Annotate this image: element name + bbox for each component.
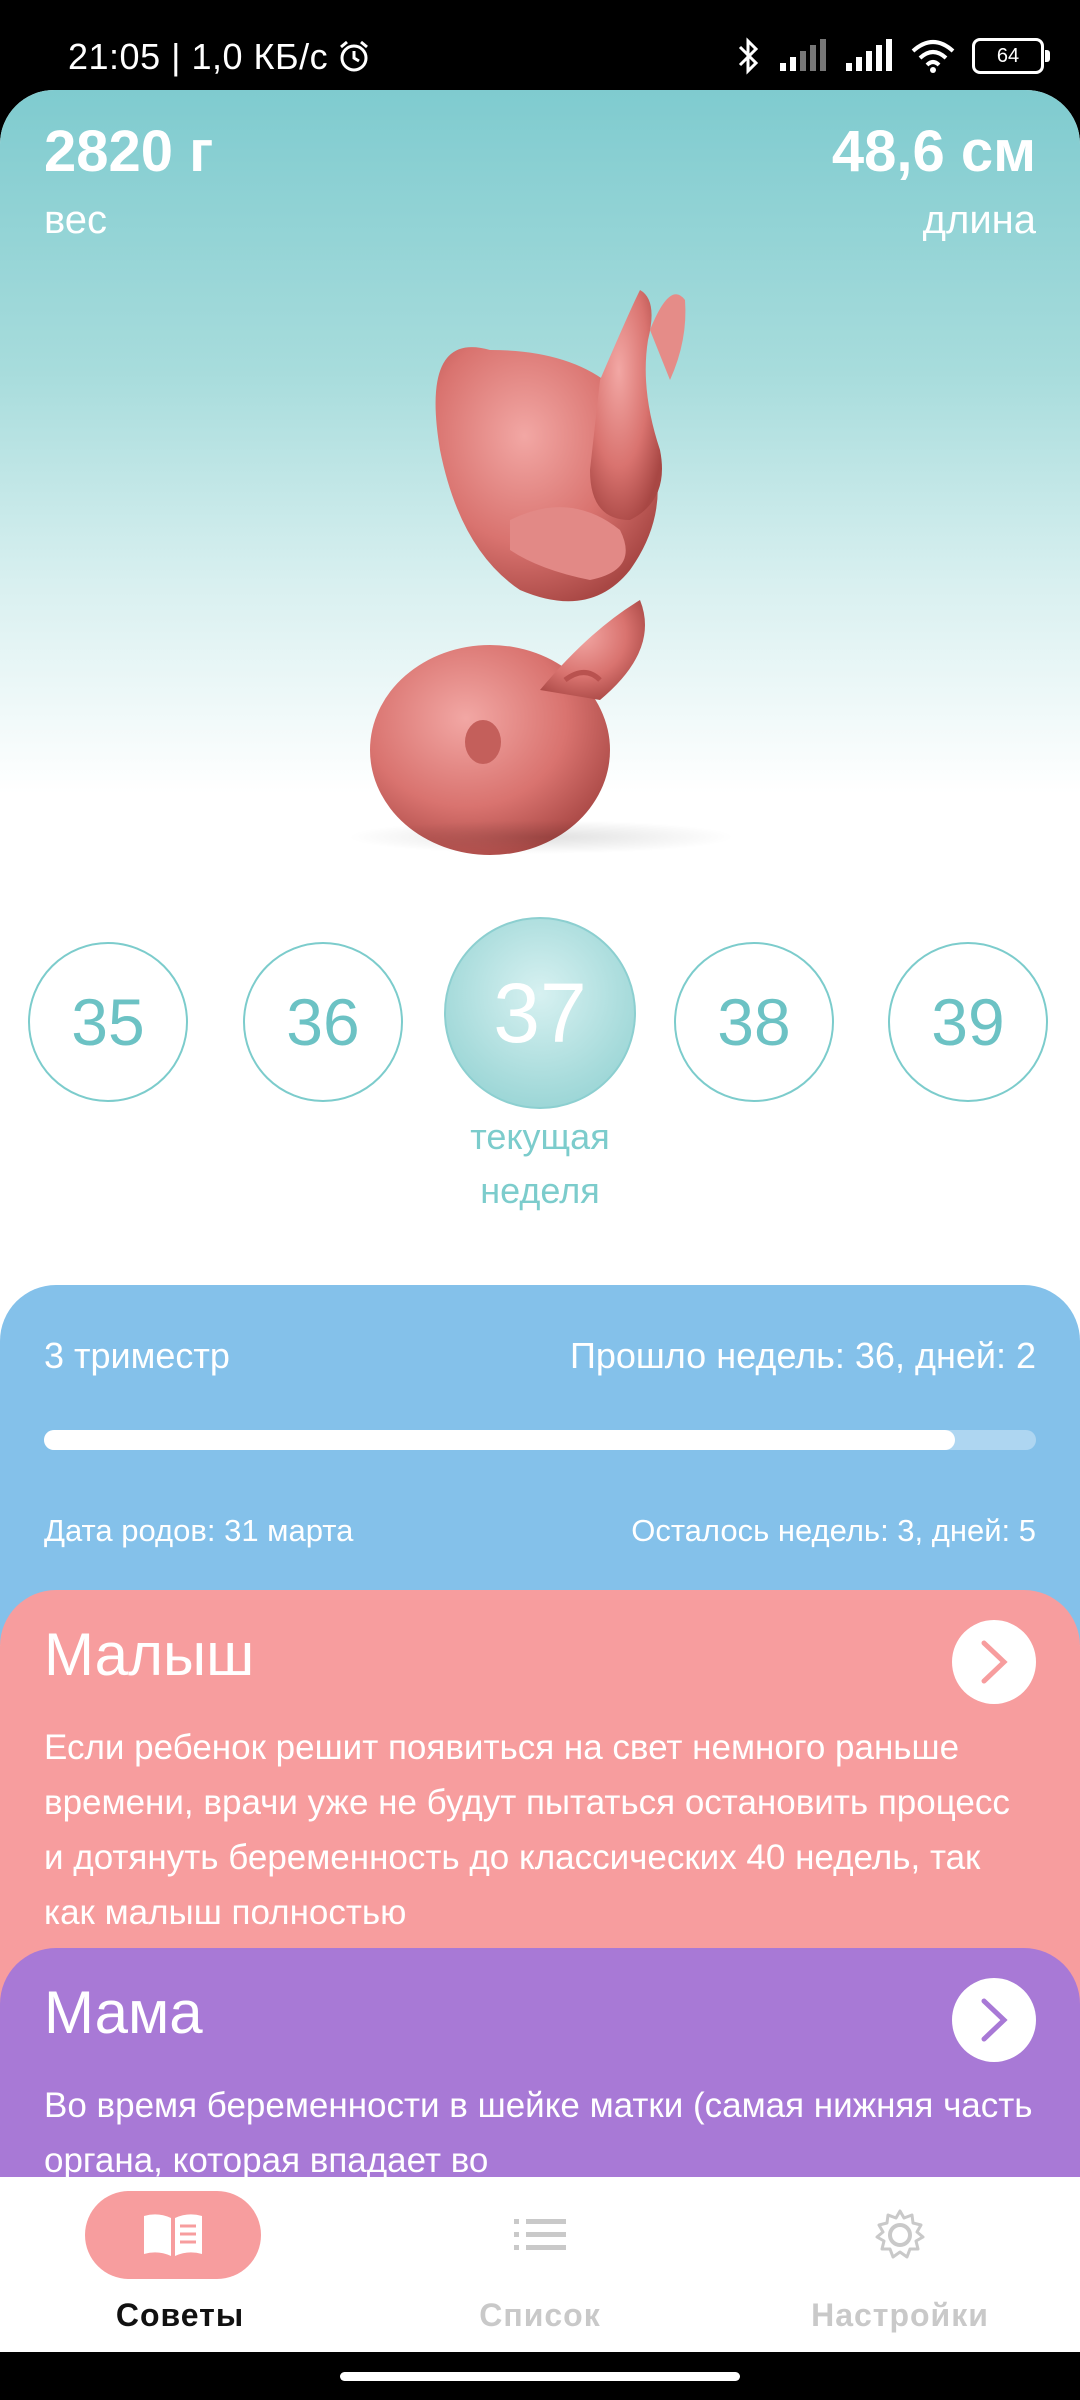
- chevron-right-icon: [981, 1640, 1008, 1684]
- baby-card[interactable]: Малыш Если ребенок решит появиться на св…: [0, 1590, 1080, 2010]
- baby-card-title: Малыш: [44, 1621, 255, 1688]
- pregnancy-progress-bar: [44, 1430, 1036, 1450]
- weight-label: вес: [44, 198, 108, 242]
- week-35-button[interactable]: 35: [28, 942, 188, 1102]
- status-time: 21:05 | 1,0 КБ/с: [68, 36, 329, 77]
- fetus-illustration: [370, 290, 686, 855]
- nav-list[interactable]: Список: [360, 2177, 720, 2352]
- nav-settings[interactable]: Настройки: [720, 2177, 1080, 2352]
- bluetooth-icon: [738, 37, 759, 75]
- signal-icon: [846, 39, 892, 71]
- nav-tips-label: Советы: [115, 2297, 245, 2333]
- current-week-label-line2: неделя: [480, 1170, 600, 1211]
- length-label: длина: [922, 198, 1036, 242]
- battery-indicator: 64: [972, 38, 1050, 74]
- nav-tips[interactable]: Советы: [0, 2177, 360, 2352]
- hero-panel: 2820 г вес 48,6 см длина: [0, 90, 1080, 890]
- home-indicator[interactable]: [340, 2372, 740, 2381]
- baby-card-open-button[interactable]: [952, 1620, 1036, 1704]
- week-38-button[interactable]: 38: [674, 942, 834, 1102]
- gear-icon: [875, 2209, 925, 2259]
- weight-value: 2820 г: [44, 119, 214, 184]
- current-week-label-line1: текущая: [470, 1116, 610, 1157]
- mom-card-open-button[interactable]: [952, 1978, 1036, 2062]
- nav-settings-label: Настройки: [811, 2297, 989, 2333]
- alarm-icon: [340, 40, 368, 72]
- status-bar: 21:05 | 1,0 КБ/с 64: [0, 0, 1080, 90]
- status-icons: 64: [736, 36, 1050, 76]
- list-icon: [514, 2219, 566, 2250]
- wifi-icon: [911, 40, 955, 73]
- nav-tips-pill: [85, 2191, 261, 2279]
- shadow-decoration: [346, 820, 736, 854]
- nav-list-icon-wrap: [360, 2191, 720, 2279]
- signal-icon: [780, 39, 826, 71]
- trimester-title: 3 триместр: [44, 1335, 230, 1376]
- book-icon: [144, 2214, 202, 2256]
- bottom-navigation: Советы Список Настройки: [0, 2177, 1080, 2352]
- week-36-button[interactable]: 36: [243, 942, 403, 1102]
- mom-card-text: Во время беременности в шейке матки (сам…: [44, 2086, 1033, 2180]
- app-screen: 2820 г вес 48,6 см длина 35 36 37 38 39 …: [0, 90, 1080, 2400]
- baby-card-text: Если ребенок решит появиться на свет нем…: [44, 1728, 1010, 1932]
- due-date: Дата родов: 31 марта: [44, 1513, 354, 1548]
- length-value: 48,6 см: [831, 119, 1036, 184]
- mom-card-title: Мама: [44, 1979, 203, 2046]
- current-week-label: текущая неделя: [390, 1110, 690, 1218]
- progress-fill: [44, 1430, 955, 1450]
- weeks-remaining: Осталось недель: 3, дней: 5: [631, 1513, 1036, 1548]
- chevron-right-icon: [981, 1998, 1008, 2042]
- week-37-current-button[interactable]: 37: [444, 917, 636, 1109]
- nav-list-label: Список: [479, 2297, 601, 2333]
- nav-settings-icon-wrap: [720, 2191, 1080, 2279]
- weeks-passed: Прошло недель: 36, дней: 2: [569, 1335, 1036, 1376]
- week-39-button[interactable]: 39: [888, 942, 1048, 1102]
